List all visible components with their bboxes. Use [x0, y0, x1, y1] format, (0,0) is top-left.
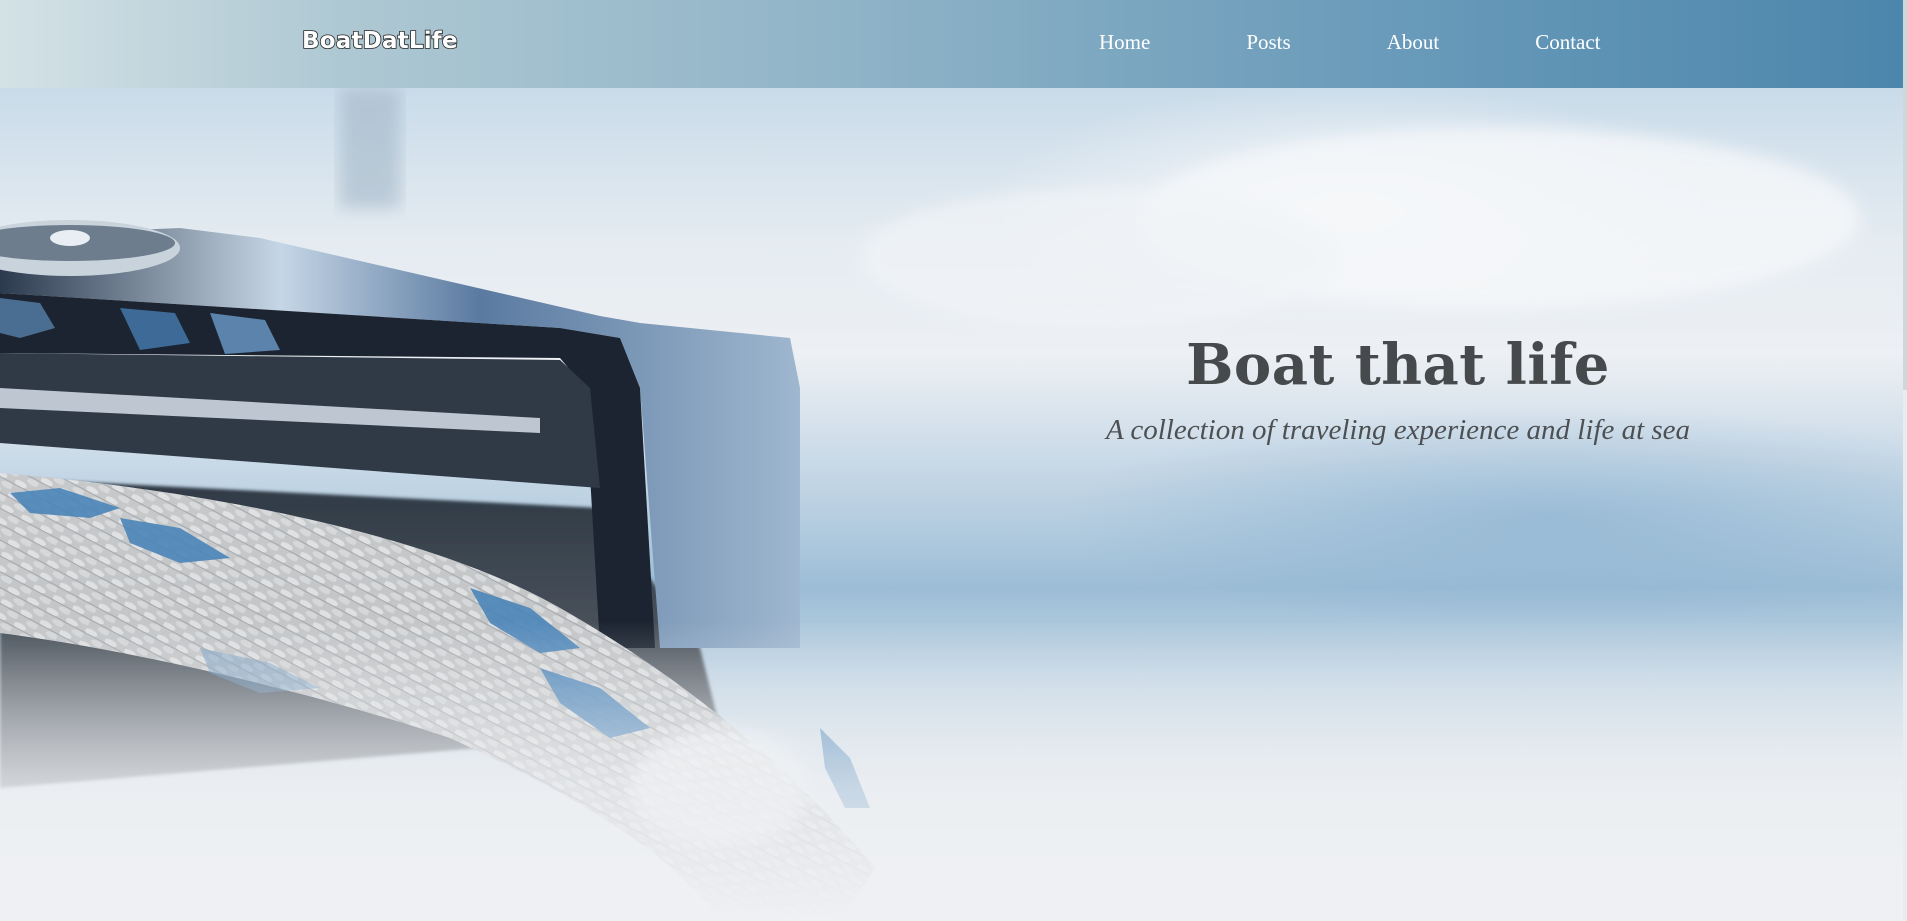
- scrollbar-thumb[interactable]: [1903, 0, 1907, 390]
- nav-link-home[interactable]: Home: [1099, 30, 1150, 55]
- nav-links: Home Posts About Contact: [1099, 30, 1601, 55]
- nav-link-about[interactable]: About: [1387, 30, 1440, 55]
- hero-title: Boat that life: [1186, 332, 1610, 398]
- hero-bottom-fade: [0, 621, 1903, 921]
- hero-section: Boat that life A collection of traveling…: [0, 88, 1903, 921]
- hero-text-block: Boat that life A collection of traveling…: [1092, 330, 1704, 448]
- hero-subtitle: A collection of traveling experience and…: [1105, 414, 1691, 446]
- nav-link-posts[interactable]: Posts: [1246, 30, 1290, 55]
- page: BoatDatLife Home Posts About Contact Boa…: [0, 0, 1907, 921]
- page-scrollbar[interactable]: [1903, 0, 1907, 921]
- nav-link-contact[interactable]: Contact: [1535, 30, 1600, 55]
- brand-logo[interactable]: BoatDatLife: [301, 27, 458, 55]
- top-navbar: BoatDatLife Home Posts About Contact: [0, 0, 1903, 88]
